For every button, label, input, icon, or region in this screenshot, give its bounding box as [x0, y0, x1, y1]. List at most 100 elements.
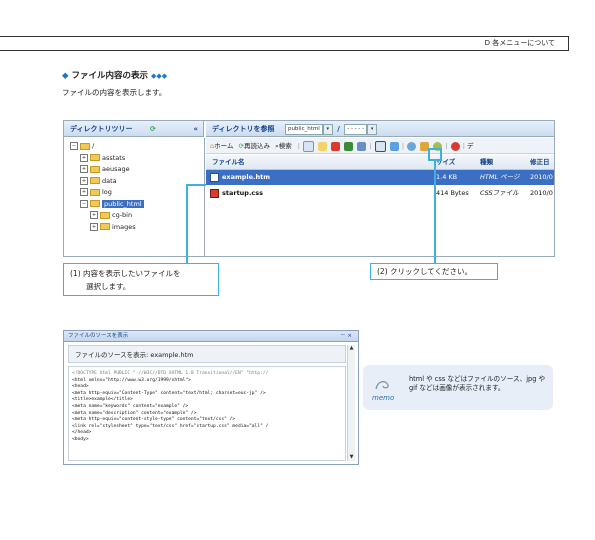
folder-icon: [100, 211, 110, 219]
file-list-header: ファイル名 サイズ 種類 修正日: [206, 155, 554, 170]
expand-icon[interactable]: +: [80, 188, 88, 196]
collapse-icon[interactable]: −: [80, 199, 88, 208]
column-header-name[interactable]: ファイル名: [212, 155, 245, 169]
tree-item[interactable]: + data: [80, 176, 117, 186]
tree-item[interactable]: − public_html: [80, 199, 144, 209]
expand-icon[interactable]: +: [80, 153, 88, 162]
tree-item[interactable]: + cg-bin: [90, 210, 132, 220]
expand-icon[interactable]: +: [90, 222, 98, 231]
file-size: 414 Bytes: [436, 189, 469, 197]
file-type: CSSファイル: [480, 189, 519, 197]
connector-line: [434, 161, 436, 263]
source-line: <html xmlns="http://www.w3.org/1999/xhtm…: [72, 377, 191, 383]
search-button[interactable]: 検索: [279, 142, 292, 150]
source-line: <meta http-equiv="content-style-type" co…: [72, 417, 236, 423]
memo-swirl-icon: [375, 381, 389, 390]
callout-text: (1) 内容を表示したいファイルを: [70, 269, 181, 278]
file-type: HTML ページ: [480, 173, 520, 181]
directory-tree-title: ディレクトリツリー: [70, 125, 133, 133]
source-viewer-window: ファイルのソースを表示 － × ファイルのソースを表示: example.htm…: [63, 330, 359, 465]
tree-item[interactable]: − /: [70, 141, 94, 151]
chevron-down-icon[interactable]: ▾: [367, 123, 378, 135]
toolbar: ⌂ホーム ⟳再読込み ⌕検索 | | | | | デ: [206, 138, 554, 154]
section-description: ファイルの内容を表示します。: [62, 88, 167, 97]
source-line: <body>: [72, 436, 89, 442]
tree-item-label: aeusage: [102, 165, 130, 173]
highlighted-view-source-button: [428, 148, 442, 161]
edit-icon[interactable]: [318, 141, 328, 151]
scroll-down-icon[interactable]: ▼: [348, 454, 355, 461]
permission-icon[interactable]: [407, 141, 417, 151]
file-name: startup.css: [222, 189, 264, 197]
rename-icon[interactable]: [344, 141, 354, 151]
directory-select[interactable]: public_html: [284, 123, 323, 135]
connector-line: [186, 184, 206, 186]
diamond-bullet-icon: ◆: [62, 71, 69, 81]
file-date: 2010/0: [530, 189, 553, 197]
expand-icon[interactable]: +: [80, 176, 88, 185]
folder-icon: [80, 142, 90, 150]
toolbar-divider: |: [401, 142, 405, 150]
refresh-icon[interactable]: ⟳: [150, 121, 156, 137]
tree-item-label: cg-bin: [112, 211, 133, 219]
toolbar-divider: |: [369, 142, 372, 150]
html-file-icon: [210, 173, 219, 182]
folder-icon: [90, 177, 100, 184]
move-icon[interactable]: [357, 141, 367, 151]
tree-item[interactable]: + log: [80, 187, 112, 197]
source-line: <head>: [72, 384, 89, 390]
directory-browser-header: ディレクトリを参照 public_html ▾ / - - - - - ▾: [206, 121, 554, 137]
expand-icon[interactable]: +: [90, 211, 98, 219]
scroll-up-icon[interactable]: ▲: [348, 345, 355, 352]
toolbar-divider: |: [445, 142, 448, 150]
tree-item-label: log: [102, 188, 112, 196]
file-size: 1.4 KB: [436, 173, 458, 181]
callout-click: (2) クリックしてください。: [370, 263, 498, 280]
source-viewer-title: ファイルのソースを表示: [68, 333, 129, 339]
path-separator: /: [337, 125, 340, 133]
reload-button[interactable]: 再読込み: [244, 142, 270, 150]
connector-line: [186, 184, 188, 263]
path-select[interactable]: - - - - -: [344, 123, 368, 135]
new-file-icon[interactable]: [303, 140, 315, 152]
source-line: <link rel="stylesheet" type="text/css" h…: [72, 423, 269, 429]
preview-icon[interactable]: [389, 141, 399, 151]
view-source-icon[interactable]: [374, 140, 386, 152]
collapse-button[interactable]: «: [193, 121, 198, 137]
tree-item-label: images: [112, 222, 136, 231]
collapse-icon[interactable]: −: [70, 142, 78, 150]
file-date: 2010/0: [530, 173, 553, 181]
expand-icon[interactable]: +: [80, 165, 88, 173]
tree-item-label: /: [92, 142, 95, 150]
folder-icon: [90, 165, 100, 173]
directory-tree: − / + asstats + aeusage + data + log − public_html +…: [64, 138, 205, 256]
source-line: <title>example</title>: [72, 397, 133, 403]
file-row[interactable]: startup.css 414 Bytes CSSファイル 2010/0: [206, 186, 554, 201]
source-code: <!DOCTYPE html PUBLIC "-//W3C//DTD XHTML…: [68, 366, 346, 461]
stop-icon[interactable]: [450, 141, 460, 151]
source-line: <meta name="keywords" content="example" …: [72, 403, 189, 409]
file-row-selected[interactable]: example.htm 1.4 KB HTML ページ 2010/0: [206, 170, 554, 185]
tree-item-label: data: [102, 176, 117, 185]
toolbar-divider: |: [297, 142, 300, 150]
css-file-icon: [210, 189, 219, 198]
source-viewer-titlebar: ファイルのソースを表示 － ×: [64, 331, 358, 342]
folder-icon: [90, 200, 100, 207]
source-line: </head>: [72, 430, 92, 436]
column-header-type[interactable]: 種類: [480, 155, 493, 169]
callout-text: 選択します。: [86, 282, 131, 291]
folder-icon: [90, 154, 100, 161]
window-controls[interactable]: － ×: [340, 331, 352, 342]
home-button[interactable]: ホーム: [214, 142, 233, 150]
delete-icon[interactable]: [331, 141, 341, 151]
more-button[interactable]: デ: [467, 142, 474, 150]
tree-item[interactable]: + images: [90, 222, 136, 232]
scrollbar[interactable]: ▲ ▼: [347, 345, 355, 461]
column-header-date[interactable]: 修正日: [530, 155, 550, 169]
directory-browser-title: ディレクトリを参照: [212, 125, 275, 133]
tree-item[interactable]: + aeusage: [80, 164, 130, 174]
chevron-down-icon[interactable]: ▾: [322, 123, 333, 135]
toolbar-divider: |: [462, 142, 465, 150]
tree-item[interactable]: + asstats: [80, 153, 125, 163]
file-manager-panel: ディレクトリツリー ⟳ « − / + asstats + aeusage + data + lo…: [63, 120, 555, 257]
